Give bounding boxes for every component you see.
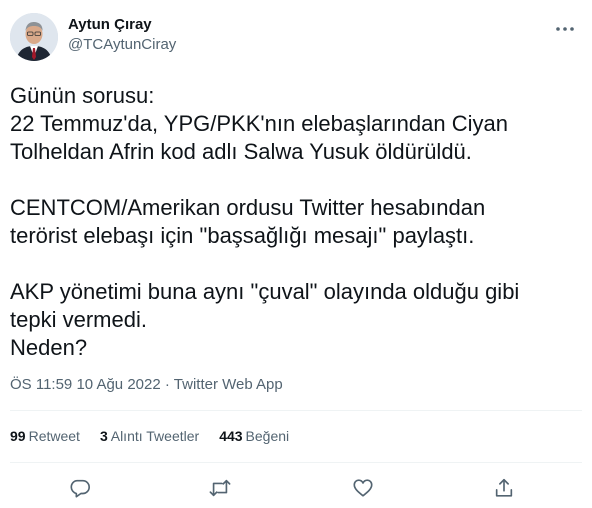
- tweet-header: Aytun Çıray @TCAytunCiray: [10, 11, 582, 61]
- tweet: Aytun Çıray @TCAytunCiray Günün sorusu: …: [0, 0, 592, 508]
- meta-separator: ·: [164, 376, 170, 393]
- author-names: Aytun Çıray @TCAytunCiray: [68, 15, 176, 55]
- author-display-name[interactable]: Aytun Çıray: [68, 15, 176, 35]
- quotes-count: 3: [99, 428, 108, 444]
- divider: [10, 462, 582, 463]
- retweet-button[interactable]: [203, 472, 237, 504]
- tweet-actions: [0, 472, 592, 504]
- reply-button[interactable]: [63, 472, 97, 504]
- quotes-stat[interactable]: 3 Alıntı Tweetler: [100, 428, 199, 448]
- author-handle[interactable]: @TCAytunCiray: [68, 35, 176, 55]
- more-options-button[interactable]: [550, 19, 580, 39]
- divider: [10, 410, 582, 411]
- likes-count: 443: [219, 428, 243, 444]
- share-icon: [495, 478, 513, 497]
- more-dots-icon: [556, 27, 574, 31]
- tweet-source[interactable]: Twitter Web App: [174, 376, 283, 393]
- quotes-label: Alıntı Tweetler: [110, 428, 200, 444]
- retweet-icon: [209, 479, 231, 497]
- reply-icon: [70, 479, 90, 498]
- tweet-text: Günün sorusu: 22 Temmuz'da, YPG/PKK'nın …: [10, 83, 520, 360]
- tweet-meta: ÖS 11:59 10 Ağu 2022 · Twitter Web App: [10, 375, 283, 395]
- retweets-label: Retweet: [28, 428, 80, 444]
- like-button[interactable]: [346, 472, 380, 504]
- tweet-date[interactable]: 10 Ağu 2022: [76, 376, 160, 393]
- heart-icon: [353, 479, 373, 497]
- likes-label: Beğeni: [245, 428, 290, 444]
- share-button[interactable]: [487, 472, 521, 504]
- likes-stat[interactable]: 443 Beğeni: [219, 428, 289, 448]
- tweet-time[interactable]: ÖS 11:59: [10, 376, 72, 393]
- retweets-count: 99: [10, 428, 26, 444]
- avatar[interactable]: [10, 13, 58, 61]
- tweet-stats: 99 Retweet 3 Alıntı Tweetler 443 Beğeni: [10, 428, 289, 448]
- retweets-stat[interactable]: 99 Retweet: [10, 428, 80, 448]
